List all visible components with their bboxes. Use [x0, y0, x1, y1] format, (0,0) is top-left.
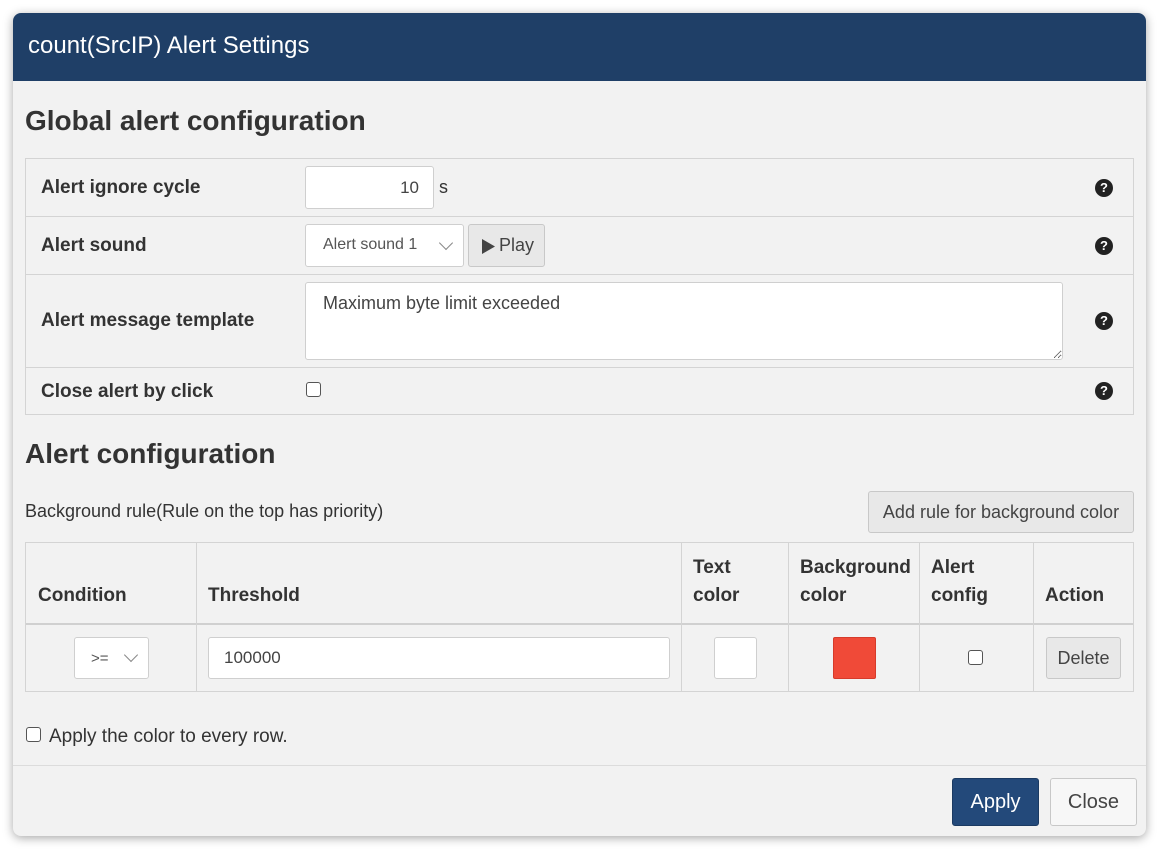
alert-sound-label: Alert sound	[41, 235, 147, 256]
dialog-title: count(SrcIP) Alert Settings	[13, 13, 1146, 81]
apply-button[interactable]: Apply	[952, 778, 1039, 826]
text-color-swatch[interactable]	[714, 637, 757, 679]
alert-sound-row: Alert sound Alert sound 1 Play ?	[26, 217, 1133, 275]
close-button[interactable]: Close	[1050, 778, 1137, 826]
chevron-down-icon	[438, 235, 454, 251]
alert-settings-dialog: count(SrcIP) Alert Settings Global alert…	[13, 13, 1146, 836]
background-color-header-label: Background color	[800, 554, 911, 610]
message-template-label: Alert message template	[41, 310, 255, 331]
column-header-action: Action	[1033, 543, 1133, 624]
global-config-heading: Global alert configuration	[25, 105, 366, 136]
text-color-header-line1: Text	[693, 557, 731, 578]
condition-header-label: Condition	[38, 585, 127, 606]
column-header-text-color: Text color	[681, 543, 788, 624]
close-by-click-row: Close alert by click ?	[26, 368, 1133, 414]
alert-config-checkbox[interactable]	[968, 650, 983, 665]
background-color-swatch[interactable]	[833, 637, 876, 679]
message-template-help-icon[interactable]: ?	[1095, 312, 1113, 330]
close-by-click-help-icon[interactable]: ?	[1095, 382, 1113, 400]
threshold-input[interactable]	[208, 637, 670, 679]
action-header-label: Action	[1045, 585, 1105, 606]
ignore-cycle-input[interactable]	[305, 166, 434, 209]
ignore-cycle-row: Alert ignore cycle s ?	[26, 159, 1133, 217]
column-header-alert-config: Alert config	[919, 543, 1033, 624]
alert-sound-help-icon[interactable]: ?	[1095, 237, 1113, 255]
close-by-click-checkbox[interactable]	[306, 382, 321, 397]
alert-config-header-line2: config	[931, 585, 988, 606]
table-row: >= Delete	[26, 625, 1133, 691]
condition-select[interactable]: >=	[74, 637, 149, 679]
play-button[interactable]: Play	[468, 224, 545, 267]
add-rule-button[interactable]: Add rule for background color	[868, 491, 1134, 533]
alert-config-header-line1: Alert	[931, 557, 975, 578]
background-rule-caption: Background rule(Rule on the top has prio…	[25, 501, 384, 521]
play-label: Play	[499, 235, 535, 255]
ignore-cycle-unit: s	[439, 177, 448, 197]
play-icon	[482, 239, 495, 254]
close-by-click-label: Close alert by click	[41, 381, 214, 402]
alert-config-header-label: Alert config	[931, 554, 988, 610]
background-color-header-line2: color	[800, 585, 847, 606]
apply-every-row-checkbox[interactable]	[26, 727, 41, 742]
apply-every-row-label: Apply the color to every row.	[49, 726, 288, 747]
background-color-header-line1: Background	[800, 557, 911, 578]
alert-sound-selected: Alert sound 1	[323, 236, 418, 253]
global-config-table: Alert ignore cycle s ? Alert sound Alert…	[25, 158, 1134, 415]
column-header-condition: Condition	[26, 543, 196, 624]
delete-rule-button[interactable]: Delete	[1046, 637, 1121, 679]
ignore-cycle-label: Alert ignore cycle	[41, 177, 201, 198]
condition-value: >=	[91, 650, 109, 667]
footer-divider	[13, 765, 1146, 766]
text-color-header-label: Text color	[693, 554, 739, 610]
alert-config-heading: Alert configuration	[25, 438, 276, 469]
column-header-background-color: Background color	[788, 543, 919, 624]
column-header-threshold: Threshold	[196, 543, 681, 624]
alert-sound-select[interactable]: Alert sound 1	[305, 224, 464, 267]
message-template-row: Alert message template Maximum byte limi…	[26, 275, 1133, 368]
chevron-down-icon	[123, 647, 139, 663]
ignore-cycle-help-icon[interactable]: ?	[1095, 179, 1113, 197]
text-color-header-line2: color	[693, 585, 740, 606]
message-template-textarea[interactable]: Maximum byte limit exceeded	[305, 282, 1063, 360]
threshold-header-label: Threshold	[208, 585, 300, 606]
background-rules-table: Condition Threshold Text color Background…	[25, 542, 1134, 692]
